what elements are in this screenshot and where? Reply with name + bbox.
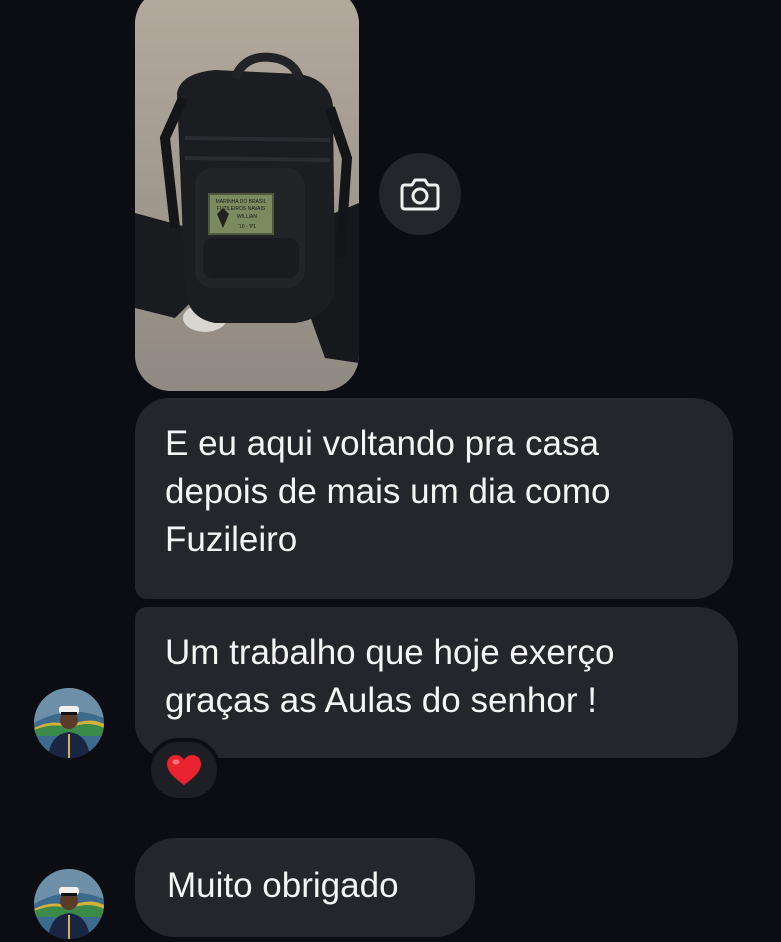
backpack-photo: MARINHA DO BRASIL FUZILEIROS NAVAIS WILL… bbox=[135, 0, 359, 391]
avatar-image bbox=[34, 688, 104, 758]
sender-avatar[interactable] bbox=[34, 688, 104, 758]
message-text-line: Muito obrigado bbox=[167, 866, 399, 905]
message-bubble[interactable]: Muito obrigado bbox=[135, 838, 475, 937]
patch-line-4: '10 - 'P1 bbox=[238, 224, 256, 230]
heart-icon bbox=[167, 755, 201, 785]
heart-reaction[interactable] bbox=[147, 738, 221, 802]
camera-button[interactable] bbox=[379, 153, 461, 235]
patch-line-1: MARINHA DO BRASIL bbox=[216, 199, 267, 205]
sender-avatar[interactable] bbox=[34, 869, 104, 939]
photo-message[interactable]: MARINHA DO BRASIL FUZILEIROS NAVAIS WILL… bbox=[135, 0, 359, 391]
message-bubble[interactable]: Um trabalho que hoje exerço graças as Au… bbox=[135, 607, 738, 758]
message-text-line: Um trabalho que hoje exerço bbox=[165, 633, 615, 672]
camera-icon bbox=[400, 178, 440, 211]
message-text-line: E eu aqui voltando pra casa bbox=[165, 424, 599, 463]
message-text-line: graças as Aulas do senhor ! bbox=[165, 681, 597, 720]
avatar-image bbox=[34, 869, 104, 939]
message-text-line: depois de mais um dia como bbox=[165, 472, 611, 511]
message-bubble[interactable]: E eu aqui voltando pra casa depois de ma… bbox=[135, 398, 733, 599]
message-text-line: Fuzileiro bbox=[165, 520, 298, 559]
patch-line-3: WILLIAN bbox=[237, 214, 257, 220]
